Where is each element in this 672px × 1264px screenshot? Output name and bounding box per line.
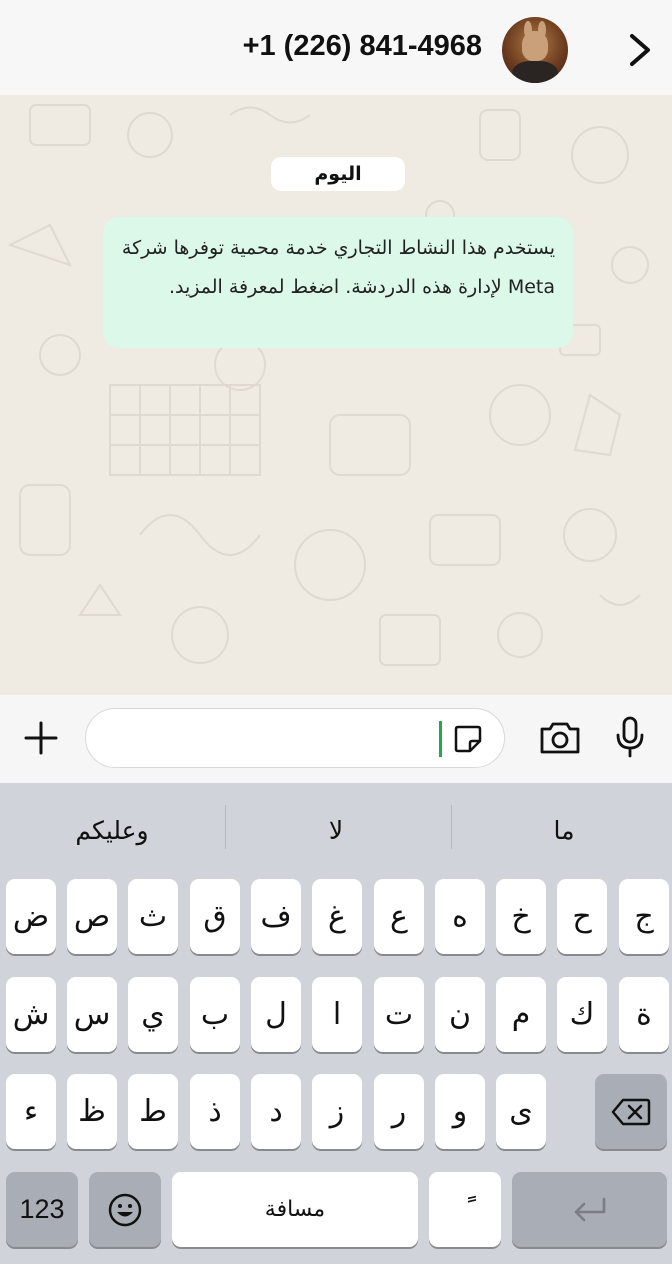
key-letter[interactable]: ث [128,879,178,954]
key-letter[interactable]: ب [190,977,240,1052]
suggestion-divider [451,805,452,849]
plus-icon[interactable] [22,719,60,757]
key-letter[interactable]: ء [6,1074,56,1149]
key-letter[interactable]: خ [496,879,546,954]
input-bar [0,695,672,783]
date-chip: اليوم [271,157,405,191]
numbers-key[interactable]: 123 [6,1172,78,1247]
key-letter[interactable]: ظ [67,1074,117,1149]
emoji-icon[interactable] [89,1172,161,1247]
key-letter[interactable]: ي [128,977,178,1052]
sticker-icon[interactable] [452,723,484,755]
diacritic-key[interactable]: ًً [429,1172,501,1247]
key-letter[interactable]: ر [374,1074,424,1149]
message-input[interactable] [85,708,505,768]
key-letter[interactable]: م [496,977,546,1052]
key-letter[interactable]: ع [374,879,424,954]
key-letter[interactable]: ف [251,879,301,954]
chevron-right-icon[interactable] [624,30,654,70]
chat-area: اليوم يستخدم هذا النشاط التجاري خدمة محم… [0,95,672,695]
space-key[interactable]: مسافة [172,1172,418,1247]
key-letter[interactable]: ن [435,977,485,1052]
key-letter[interactable]: غ [312,879,362,954]
key-letter[interactable]: ذ [190,1074,240,1149]
key-letter[interactable]: ت [374,977,424,1052]
contact-title[interactable]: +1 (226) 841-4968 [243,30,482,63]
keyboard: ما لا وعليكم ج ح خ ه ع غ ف ق ث ص ض ة ك م… [0,783,672,1264]
key-letter[interactable]: س [67,977,117,1052]
key-letter[interactable]: ح [557,879,607,954]
microphone-icon[interactable] [614,715,646,759]
suggestion-divider [225,805,226,849]
key-letter[interactable]: ص [67,879,117,954]
key-letter[interactable]: ض [6,879,56,954]
key-letter[interactable]: ش [6,977,56,1052]
key-letter[interactable]: ل [251,977,301,1052]
key-letter[interactable]: ا [312,977,362,1052]
return-icon[interactable] [512,1172,667,1247]
key-letter[interactable]: ى [496,1074,546,1149]
text-cursor [439,721,442,757]
key-letter[interactable]: و [435,1074,485,1149]
system-message[interactable]: يستخدم هذا النشاط التجاري خدمة محمية توف… [103,217,573,348]
key-letter[interactable]: ك [557,977,607,1052]
suggestion-item[interactable]: وعليكم [12,805,212,855]
key-letter[interactable]: د [251,1074,301,1149]
suggestion-bar: ما لا وعليكم [0,783,672,873]
key-letter[interactable]: ه [435,879,485,954]
suggestion-item[interactable]: ما [464,805,664,855]
key-letter[interactable]: ط [128,1074,178,1149]
contact-avatar[interactable] [502,17,568,83]
key-letter[interactable]: ق [190,879,240,954]
key-letter[interactable]: ة [619,977,669,1052]
backspace-icon[interactable] [595,1074,667,1149]
key-letter[interactable]: ز [312,1074,362,1149]
key-letter[interactable]: ج [619,879,669,954]
chat-header: +1 (226) 841-4968 [0,0,672,95]
suggestion-item[interactable]: لا [236,805,436,855]
camera-icon[interactable] [538,720,582,756]
